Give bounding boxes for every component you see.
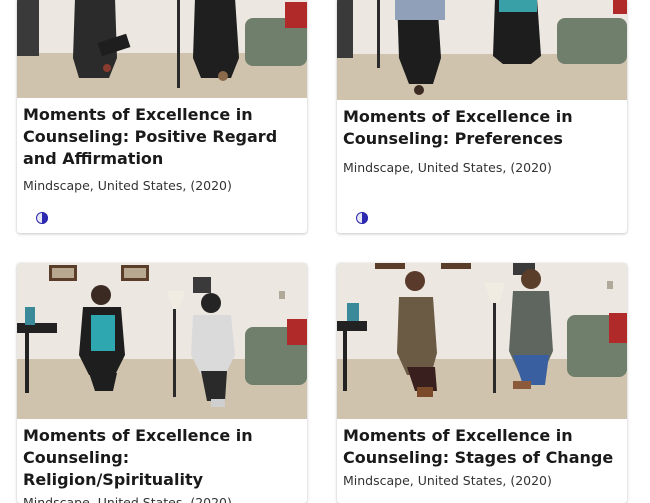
video-thumbnail[interactable] (17, 263, 307, 419)
video-title[interactable]: Moments of Excellence in Counseling: Pos… (17, 104, 307, 170)
video-title[interactable]: Moments of Excellence in Counseling: Pre… (337, 106, 627, 150)
video-title[interactable]: Moments of Excellence in Counseling: Rel… (17, 425, 307, 491)
thumbnail-image (17, 0, 307, 98)
half-filled-circle-icon (356, 212, 368, 224)
half-filled-circle-icon (36, 212, 48, 224)
result-card[interactable]: Moments of Excellence in Counseling: Rel… (17, 263, 307, 503)
thumbnail-image (337, 0, 627, 100)
video-thumbnail[interactable] (337, 0, 627, 100)
result-card[interactable]: Moments of Excellence in Counseling: Pre… (337, 0, 627, 233)
video-thumbnail[interactable] (337, 263, 627, 419)
video-thumbnail[interactable] (17, 0, 307, 98)
video-meta: Mindscape, United States, (2020) (23, 495, 232, 503)
thumbnail-image (337, 263, 627, 419)
result-card[interactable]: Moments of Excellence in Counseling: Pos… (17, 0, 307, 233)
video-meta: Mindscape, United States, (2020) (23, 178, 232, 193)
video-title[interactable]: Moments of Excellence in Counseling: Sta… (337, 425, 627, 469)
video-meta: Mindscape, United States, (2020) (343, 160, 552, 175)
thumbnail-image (17, 263, 307, 419)
result-card[interactable]: Moments of Excellence in Counseling: Sta… (337, 263, 627, 503)
